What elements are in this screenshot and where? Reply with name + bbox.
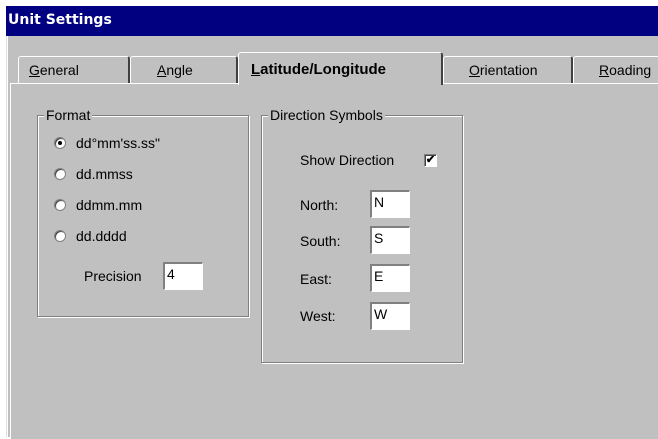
north-symbol-input[interactable]: N — [370, 190, 410, 218]
precision-label: Precision — [84, 268, 142, 284]
tab-roading[interactable]: Roading — [573, 56, 658, 85]
format-group-title: Format — [44, 107, 93, 123]
tab-angle[interactable]: Angle — [130, 56, 238, 85]
radio-icon[interactable] — [54, 199, 66, 211]
north-label: North: — [300, 197, 339, 213]
direction-symbols-groupbox: Direction Symbols Show Direction ✔ North… — [261, 107, 463, 363]
west-label: West: — [300, 308, 336, 324]
window-title: Unit Settings — [6, 6, 658, 36]
show-direction-label: Show Direction — [300, 152, 395, 168]
tab-orientation-mnemonic: O — [469, 62, 480, 78]
format-option-label: dd.dddd — [76, 228, 127, 244]
tab-angle-mnemonic: A — [157, 62, 167, 78]
tab-latitude-longitude[interactable]: Latitude/Longitude — [238, 52, 443, 85]
precision-input[interactable]: 4 — [163, 262, 203, 290]
direction-group-title: Direction Symbols — [268, 107, 385, 123]
show-direction-checkbox[interactable]: ✔ — [424, 154, 437, 167]
format-option-label: dd°mm'ss.ss" — [76, 135, 161, 151]
tab-latitude-longitude-mnemonic: L — [251, 61, 261, 78]
east-label: East: — [300, 271, 332, 287]
tab-general-label: eneral — [39, 62, 79, 78]
tab-panel: Format dd°mm'ss.ss" dd.mmss ddmm.mm dd.d… — [10, 83, 658, 439]
format-groupbox: Format dd°mm'ss.ss" dd.mmss ddmm.mm dd.d… — [37, 107, 249, 317]
tab-general[interactable]: General — [18, 56, 130, 85]
tab-general-mnemonic: G — [29, 62, 40, 78]
radio-icon[interactable] — [54, 230, 66, 242]
tab-orientation-label: rientation — [479, 62, 538, 78]
south-symbol-input[interactable]: S — [370, 226, 410, 254]
tab-roading-mnemonic: R — [599, 62, 610, 78]
tab-angle-label: ngle — [166, 62, 193, 78]
south-label: South: — [300, 233, 341, 249]
tab-roading-label: oading — [609, 62, 652, 78]
radio-selected-icon[interactable] — [54, 137, 66, 149]
radio-icon[interactable] — [54, 168, 66, 180]
east-symbol-input[interactable]: E — [370, 264, 410, 292]
west-symbol-input[interactable]: W — [370, 302, 410, 330]
format-option-label: dd.mmss — [76, 166, 133, 182]
tab-orientation[interactable]: Orientation — [443, 56, 573, 85]
unit-settings-window: Unit Settings General Angle Latitude/Lon… — [6, 6, 658, 439]
tab-latitude-longitude-label: atitude/Longitude — [260, 61, 386, 78]
format-option-label: ddmm.mm — [76, 197, 143, 213]
